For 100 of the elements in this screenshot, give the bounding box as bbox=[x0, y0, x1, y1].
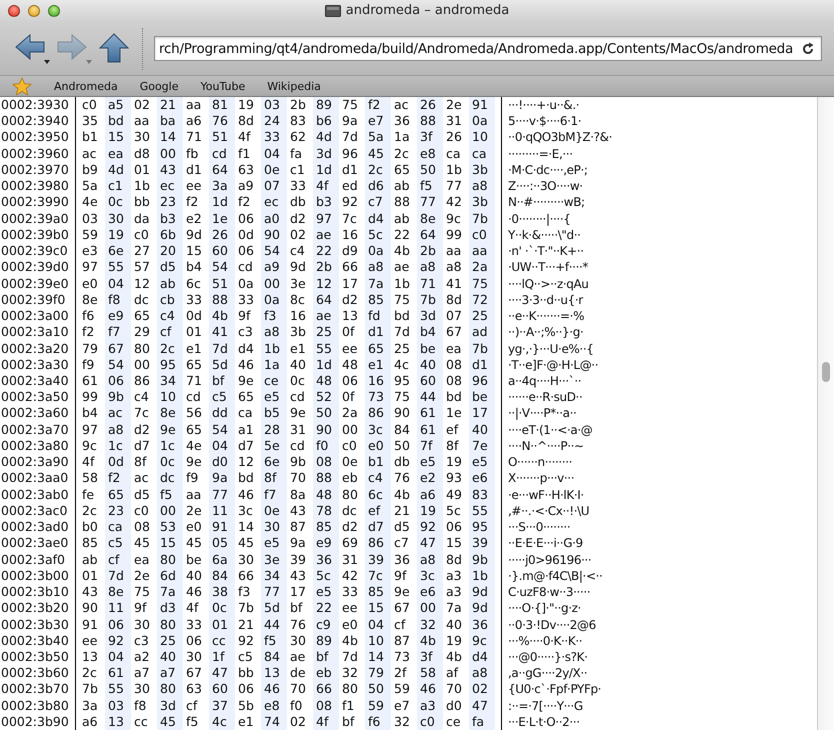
hex-byte: 79 bbox=[81, 340, 99, 357]
address-field[interactable]: rch/Programming/qt4/andromeda/build/Andromeda/Andromeda.app/Contents/MacOs/andromeda bbox=[154, 36, 822, 61]
hex-byte: 4f bbox=[237, 129, 252, 146]
hex-byte: 3a bbox=[81, 698, 99, 714]
ascii-text: a··4q····H···`·· bbox=[508, 372, 582, 390]
hex-byte: ae bbox=[313, 226, 339, 244]
hex-byte: 21 bbox=[157, 97, 183, 114]
hex-byte: 16 bbox=[341, 226, 359, 244]
hex-byte: 7d bbox=[105, 568, 131, 584]
hex-byte: 9e bbox=[157, 422, 183, 438]
offset-cell-text: 0002:39a0 bbox=[0, 210, 70, 227]
hex-byte: 13 bbox=[105, 714, 131, 730]
up-button[interactable] bbox=[98, 32, 130, 66]
hex-byte: e5 bbox=[469, 454, 495, 470]
close-button[interactable] bbox=[8, 5, 20, 17]
hex-byte: 30 bbox=[289, 632, 307, 649]
hex-byte: ef bbox=[365, 502, 391, 520]
hex-byte: 90 bbox=[81, 600, 99, 616]
hex-byte: 04 bbox=[105, 276, 131, 292]
hex-byte: 3c bbox=[365, 422, 391, 438]
hex-byte: 1b bbox=[133, 178, 151, 194]
minimize-button[interactable] bbox=[28, 5, 40, 17]
back-button[interactable] bbox=[14, 32, 52, 66]
hex-byte: 9f bbox=[237, 308, 252, 324]
ascii-text: ····3·3··d··u{·r bbox=[508, 292, 584, 308]
hex-byte: ae bbox=[289, 648, 306, 666]
hex-byte: d2 bbox=[289, 210, 307, 227]
hex-byte: 47 bbox=[469, 698, 495, 714]
hex-byte: 0d bbox=[185, 308, 203, 324]
hex-byte: 9e bbox=[185, 454, 203, 470]
hex-byte: f0 bbox=[313, 438, 339, 454]
hex-byte: 02 bbox=[289, 714, 307, 730]
offset-cell-text: 0002:3b20 bbox=[0, 600, 70, 616]
hex-byte: f8 bbox=[133, 698, 148, 714]
hex-byte: 52 bbox=[313, 389, 339, 406]
hex-byte: 97 bbox=[81, 259, 99, 276]
hex-byte: e7 bbox=[393, 698, 411, 714]
bookmark-link[interactable]: Wikipedia bbox=[267, 80, 321, 92]
bookmark-link[interactable]: Andromeda bbox=[54, 80, 118, 92]
hex-byte: 40 bbox=[445, 616, 463, 633]
hex-byte: d4 bbox=[365, 210, 391, 227]
hex-byte: c4 bbox=[157, 308, 183, 324]
hex-byte: 45 bbox=[237, 535, 255, 552]
zoom-button[interactable] bbox=[48, 5, 60, 17]
hex-byte: a9 bbox=[261, 259, 287, 276]
scrollbar[interactable] bbox=[817, 97, 834, 730]
hex-byte: 9c bbox=[445, 210, 462, 227]
hex-byte: e8 bbox=[417, 146, 443, 162]
ascii-text: ·M·C·dc····,eP·; bbox=[508, 162, 589, 178]
hex-byte: c0 bbox=[469, 226, 495, 244]
hex-byte: 84 bbox=[261, 648, 287, 666]
hex-byte: 76 bbox=[393, 470, 411, 487]
hex-byte: 7f bbox=[417, 438, 443, 454]
hex-byte: af bbox=[445, 665, 460, 682]
hex-byte: 00 bbox=[417, 600, 443, 616]
scroll-thumb[interactable] bbox=[822, 362, 830, 382]
ascii-text: ··e··K·······=·% bbox=[508, 308, 586, 324]
hex-byte: a9 bbox=[237, 178, 255, 194]
hex-byte: f1 bbox=[341, 698, 356, 714]
hex-byte: 75 bbox=[133, 584, 151, 600]
hex-byte: 39 bbox=[289, 552, 307, 568]
bookmark-link[interactable]: YouTube bbox=[200, 80, 246, 92]
hex-byte: c4 bbox=[133, 389, 150, 406]
hex-byte: 37 bbox=[209, 698, 235, 714]
hex-byte: f2 bbox=[185, 194, 200, 211]
hex-byte: 1b bbox=[393, 276, 411, 292]
hex-byte: e2 bbox=[185, 210, 203, 227]
hex-byte: 87 bbox=[289, 519, 307, 536]
hex-byte: 77 bbox=[209, 486, 235, 503]
hex-byte: 33 bbox=[341, 584, 359, 600]
hex-byte: 32 bbox=[341, 665, 359, 682]
hex-byte: 66 bbox=[237, 568, 255, 584]
hex-byte: e1 bbox=[237, 714, 255, 730]
hex-byte: f5 bbox=[157, 486, 183, 503]
hex-byte: 8e bbox=[157, 405, 183, 422]
bookmark-link[interactable]: Google bbox=[140, 80, 178, 92]
hex-byte: a8 bbox=[417, 552, 443, 568]
hex-byte: 9b bbox=[469, 552, 495, 568]
reload-icon[interactable] bbox=[801, 42, 815, 56]
document-icon bbox=[324, 4, 341, 16]
hex-byte: 7a bbox=[445, 600, 463, 616]
hex-byte: 13 bbox=[261, 665, 287, 682]
offset-cell-text: 0002:3990 bbox=[0, 194, 70, 211]
hex-byte: a6 bbox=[81, 714, 99, 730]
hex-byte: b6 bbox=[313, 113, 339, 130]
star-icon[interactable] bbox=[12, 76, 32, 96]
hex-byte: 47 bbox=[209, 665, 235, 682]
hex-byte: 0a bbox=[261, 292, 287, 308]
hex-byte: 65 bbox=[237, 389, 255, 406]
hex-byte: 53 bbox=[157, 519, 183, 536]
hex-byte: 6d bbox=[157, 568, 183, 584]
hex-byte: 88 bbox=[313, 470, 339, 487]
hex-byte: 6c bbox=[365, 486, 391, 503]
hex-byte: 4b bbox=[341, 632, 359, 649]
hex-byte: 47 bbox=[417, 535, 443, 552]
hex-byte: 15 bbox=[365, 600, 391, 616]
hex-byte: 70 bbox=[445, 681, 463, 698]
hex-byte: dd bbox=[209, 405, 235, 422]
hex-byte: 9e bbox=[289, 405, 307, 422]
hex-byte: 33 bbox=[237, 292, 255, 308]
